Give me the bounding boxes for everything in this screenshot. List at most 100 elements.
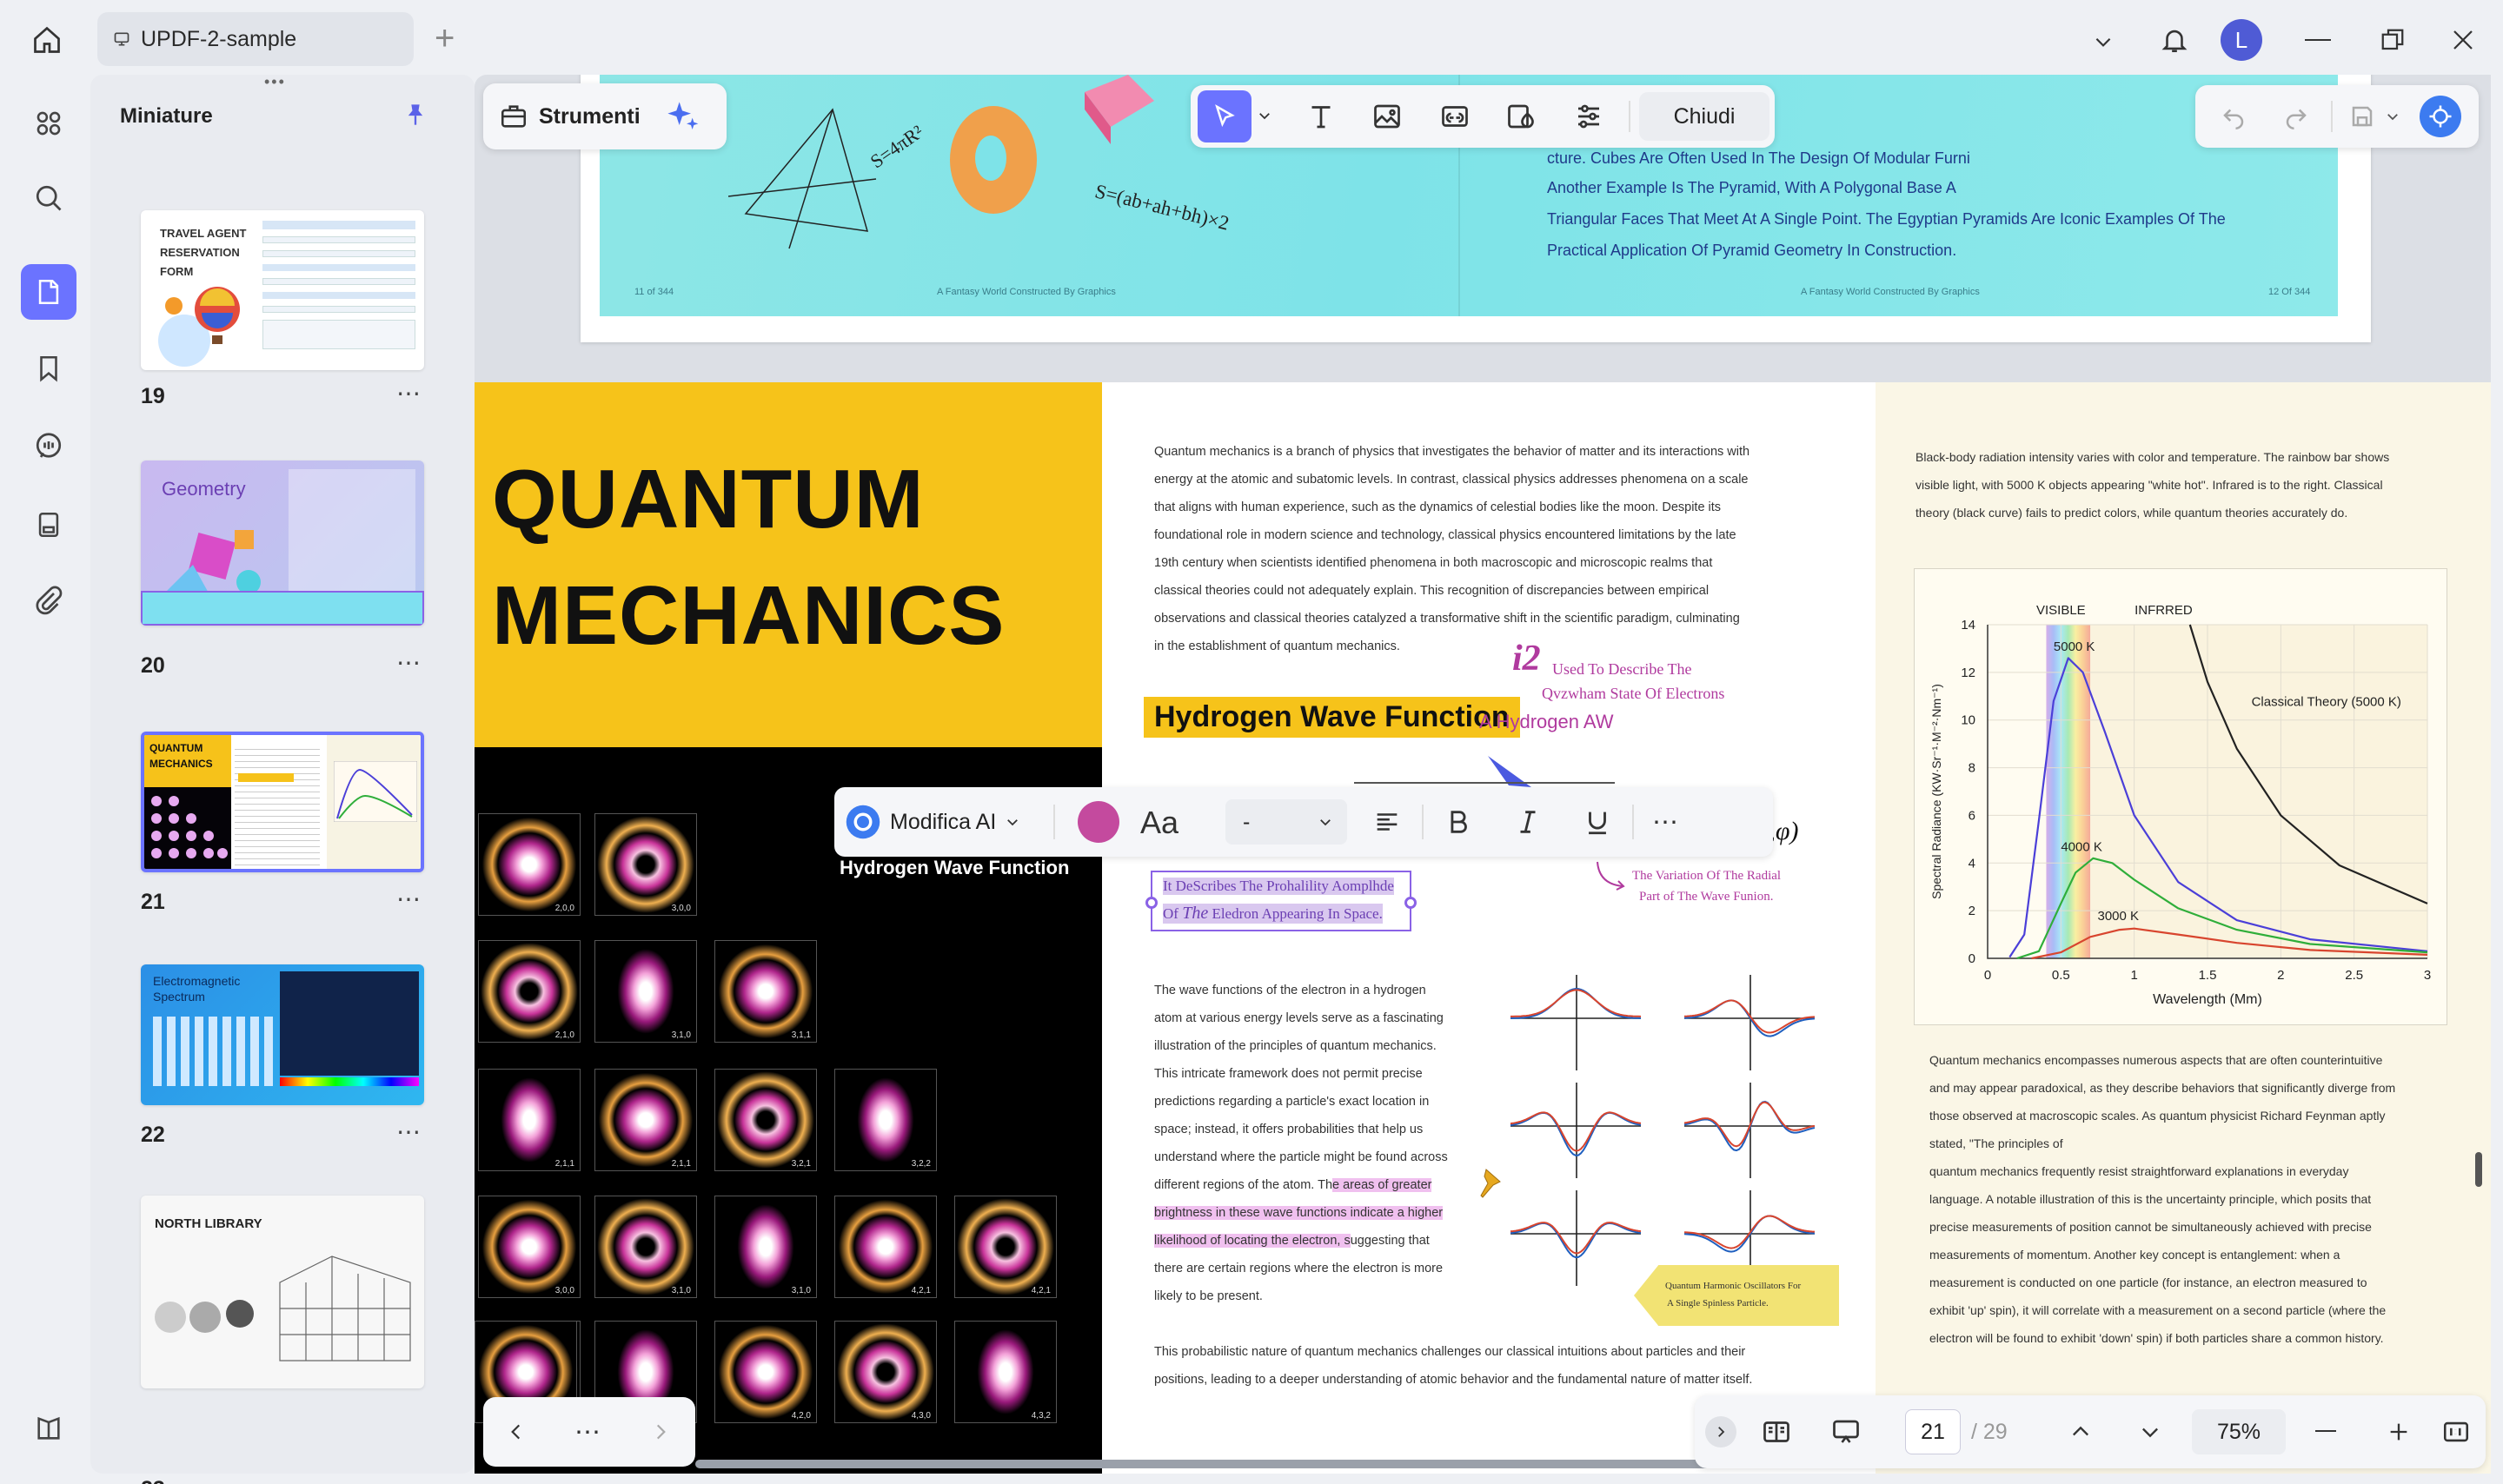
tools-toggle[interactable]: Strumenti xyxy=(483,83,727,149)
text-box-top-border xyxy=(1354,782,1615,784)
separator xyxy=(1053,805,1055,839)
orbital-image: 3,1,0 xyxy=(594,1196,697,1298)
chevron-down-icon[interactable] xyxy=(2131,1413,2169,1451)
resize-handle[interactable] xyxy=(1404,897,1417,909)
italic-icon[interactable] xyxy=(1509,803,1547,841)
font-size-select[interactable]: - xyxy=(1225,799,1347,845)
orbital-image: 2,1,1 xyxy=(594,1069,697,1171)
thumbnail-page-21[interactable]: QUANTUM MECHANICS xyxy=(141,732,424,872)
thumbnail-page-20[interactable]: Geometry xyxy=(141,460,424,626)
page-number-input[interactable]: 21 xyxy=(1905,1409,1961,1454)
chevron-up-icon[interactable] xyxy=(2061,1413,2100,1451)
orbital-image: 2,1,0 xyxy=(478,940,581,1043)
close-toolbar-button[interactable]: Chiudi xyxy=(1639,92,1769,141)
add-tab-button[interactable]: + xyxy=(435,17,455,59)
more-icon[interactable]: ⋯ xyxy=(1646,803,1684,841)
document-tab[interactable]: UPDF-2-sample xyxy=(97,12,414,66)
orbital-label: 3,1,1 xyxy=(791,1030,811,1040)
bell-icon[interactable] xyxy=(2154,19,2195,61)
underline-icon[interactable] xyxy=(1578,803,1617,841)
restore-button[interactable] xyxy=(2375,23,2410,57)
vertical-scrollbar[interactable] xyxy=(2475,1152,2482,1187)
selected-text-box[interactable]: It DeScribes The Prohalility Aomplhde Of… xyxy=(1145,871,1417,931)
align-icon[interactable] xyxy=(1368,803,1406,841)
current-page[interactable]: QUANTUM MECHANICS 2,0,0 3,0,0 2,1,0 3,1,0 3,… xyxy=(475,382,2491,1474)
collapse-arrow-icon[interactable] xyxy=(1705,1416,1736,1448)
zoom-out-button[interactable] xyxy=(2315,1430,2336,1432)
location-tool-icon[interactable] xyxy=(1500,96,1542,137)
y-tick-label: 0 xyxy=(1969,951,1975,966)
page-total: / 29 xyxy=(1971,1420,2008,1444)
thumbnail-title: NORTH LIBRARY xyxy=(155,1216,262,1231)
redo-icon[interactable] xyxy=(2277,97,2315,136)
thumbnail-title: QUANTUM MECHANICS xyxy=(149,742,213,770)
home-icon[interactable] xyxy=(26,19,68,61)
wave-curve xyxy=(1510,1222,1642,1259)
closing-paragraph: This probabilistic nature of quantum mec… xyxy=(1154,1345,1753,1387)
ai-edit-button[interactable]: Modifica AI xyxy=(845,799,1020,845)
thumbnail-more-button[interactable]: ⋯ xyxy=(396,884,422,913)
text-format-bar: Modifica AI Aa - ⋯ xyxy=(834,787,1773,857)
thumbnail-more-button[interactable]: ⋯ xyxy=(396,379,422,407)
settings-sliders-icon[interactable] xyxy=(1568,96,1610,137)
search-icon[interactable] xyxy=(21,170,76,226)
bookmark-icon[interactable] xyxy=(21,341,76,396)
theme-icon[interactable] xyxy=(21,1401,76,1456)
radial-note-2: Part of The Wave Funion. xyxy=(1639,890,1774,904)
thumbnail-page-19[interactable]: TRAVEL AGENT RESERVATION FORM xyxy=(141,210,424,370)
thumbnails-icon[interactable] xyxy=(21,264,76,320)
attachment-icon[interactable] xyxy=(21,573,76,629)
orbital-label: 4,2,0 xyxy=(791,1411,811,1421)
pin-icon[interactable] xyxy=(398,97,433,132)
thumbnail-more-button[interactable]: ⋯ xyxy=(396,1117,422,1146)
drag-handle[interactable]: ••• xyxy=(264,73,286,91)
undo-icon[interactable] xyxy=(2214,97,2253,136)
document-viewer[interactable]: S=4πR² S=(ab+ah+bh)×2 cture. Cubes Are O… xyxy=(475,75,2491,1474)
ai-sparkle-icon[interactable] xyxy=(665,99,700,134)
close-window-button[interactable] xyxy=(2446,23,2480,57)
thumbnail-page-23[interactable]: NORTH LIBRARY xyxy=(141,1196,424,1388)
thumbnail-page-22[interactable]: Electromagnetic Spectrum xyxy=(141,964,424,1105)
more-pages-button[interactable]: ⋯ xyxy=(567,1411,608,1453)
y-tick-label: 8 xyxy=(1969,761,1975,776)
bold-icon[interactable] xyxy=(1439,803,1477,841)
text-tool-icon[interactable] xyxy=(1300,96,1342,137)
thumbnail-page-number: 22 xyxy=(141,1123,165,1147)
orbital-image: 3,0,0 xyxy=(594,813,697,916)
link-tool-icon[interactable] xyxy=(1434,96,1476,137)
comment-icon[interactable] xyxy=(21,419,76,474)
resize-handle[interactable] xyxy=(1145,897,1158,909)
text-color-button[interactable] xyxy=(1078,801,1119,843)
thumbnail-more-button[interactable]: ⋯ xyxy=(396,648,422,677)
wave-curve xyxy=(1683,1215,1816,1249)
reading-mode-icon[interactable] xyxy=(1757,1413,1796,1451)
apps-icon[interactable] xyxy=(21,96,76,151)
chevron-right-icon[interactable] xyxy=(640,1411,681,1453)
thumbnail-page-number: 21 xyxy=(141,890,165,914)
orbital-label: 2,1,1 xyxy=(554,1159,574,1169)
wave-curve xyxy=(1510,989,1642,1017)
right-page: Black-body radiation intensity varies wi… xyxy=(1876,382,2491,1474)
orbital-image: 4,3,2 xyxy=(954,1321,1057,1423)
chevron-left-icon[interactable] xyxy=(495,1411,537,1453)
save-icon[interactable] xyxy=(2343,97,2381,136)
chevron-down-icon[interactable] xyxy=(1253,103,1276,129)
minimize-button[interactable] xyxy=(2305,39,2331,41)
avatar[interactable]: L xyxy=(2221,19,2262,61)
chevron-down-icon[interactable] xyxy=(2381,104,2404,129)
handwritten-note-1: Used To Describe The xyxy=(1552,660,1692,678)
chevron-down-icon[interactable] xyxy=(2084,23,2122,61)
form-icon[interactable] xyxy=(21,497,76,553)
image-tool-icon[interactable] xyxy=(1366,96,1408,137)
actual-size-icon[interactable] xyxy=(2439,1414,2473,1449)
select-tool-button[interactable] xyxy=(1198,90,1252,142)
orbital-image: 4,2,0 xyxy=(714,1321,817,1423)
zoom-in-button[interactable] xyxy=(2380,1413,2418,1451)
zoom-value[interactable]: 75% xyxy=(2192,1409,2286,1454)
sticky-note[interactable]: Quantum Harmonic Oscillators For A Singl… xyxy=(1634,1265,1839,1326)
font-button[interactable]: Aa xyxy=(1140,805,1178,841)
band-label: VISIBLE xyxy=(2036,603,2086,618)
ai-assistant-icon[interactable] xyxy=(2420,96,2461,137)
presentation-icon[interactable] xyxy=(1827,1413,1865,1451)
series-label: 3000 K xyxy=(2098,909,2140,924)
